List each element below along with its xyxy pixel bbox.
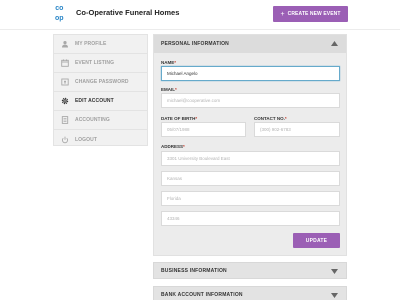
contact-label: CONTACT NO.* — [254, 116, 287, 121]
logo-letters-top-right — [65, 5, 70, 14]
app-header: co op Co-Operative Funeral Homes + CREAT… — [0, 0, 400, 30]
address-line1-field[interactable] — [161, 151, 340, 166]
address-state-field[interactable] — [161, 191, 340, 206]
calendar-icon — [61, 59, 69, 67]
dob-label-text: DATE OF BIRTH — [161, 116, 196, 121]
section-title: BANK ACCOUNT INFORMATION — [161, 291, 243, 298]
email-label: EMAIL* — [161, 87, 177, 92]
sidebar-item-edit-account[interactable]: EDIT ACCOUNT — [54, 92, 147, 111]
logo-letters-bottom-right — [65, 15, 70, 24]
sidebar-item-accounting[interactable]: ACCOUNTING — [54, 111, 147, 130]
required-marker: * — [195, 116, 198, 121]
name-label-text: NAME — [161, 60, 175, 65]
sidebar-item-label: EVENT LISTING — [75, 60, 115, 66]
personal-information-header[interactable]: PERSONAL INFORMATION — [154, 35, 346, 53]
sidebar-item-event-listing[interactable]: EVENT LISTING — [54, 54, 147, 73]
sidebar-item-label: LOGOUT — [75, 136, 97, 143]
name-input[interactable] — [161, 66, 340, 81]
sidebar-item-label: CHANGE PASSWORD — [75, 79, 129, 85]
plus-icon: + — [280, 10, 285, 18]
section-title: BUSINESS INFORMATION — [161, 267, 227, 274]
email-label-text: EMAIL — [161, 87, 175, 92]
bank-account-information-section[interactable]: BANK ACCOUNT INFORMATION — [153, 286, 347, 300]
gear-icon — [61, 97, 69, 105]
dob-label: DATE OF BIRTH* — [161, 116, 197, 121]
required-marker: * — [175, 87, 177, 92]
address-city-field[interactable] — [161, 171, 340, 186]
sidebar: MY PROFILE EVENT LISTING CHANGE PASSWORD… — [53, 34, 148, 146]
contact-label-text: CONTACT NO. — [254, 116, 285, 121]
app-title: Co-Operative Funeral Homes — [76, 8, 180, 17]
name-label: NAME* — [161, 60, 176, 65]
email-field[interactable] — [161, 93, 340, 108]
chevron-up-icon[interactable] — [331, 41, 338, 46]
sidebar-item-change-password[interactable]: CHANGE PASSWORD — [54, 73, 147, 92]
sidebar-item-my-profile[interactable]: MY PROFILE — [54, 35, 147, 54]
required-marker: * — [183, 144, 185, 149]
sidebar-item-label: EDIT ACCOUNT — [75, 98, 114, 104]
sidebar-item-label: MY PROFILE — [75, 41, 107, 47]
date-of-birth-field[interactable] — [161, 122, 246, 137]
panel-title: PERSONAL INFORMATION — [161, 41, 229, 47]
create-new-event-label: CREATE NEW EVENT — [287, 11, 341, 17]
logo-letters-top-left: co — [55, 5, 64, 12]
address-label-text: ADDRESS — [161, 144, 184, 149]
address-label: ADDRESS* — [161, 144, 185, 149]
create-new-event-button[interactable]: + CREATE NEW EVENT — [273, 6, 348, 22]
logo-letters-bottom-left: op — [55, 14, 64, 22]
address-zip-field[interactable] — [161, 211, 340, 226]
chevron-down-icon[interactable] — [331, 293, 338, 298]
personal-information-panel: PERSONAL INFORMATION NAME* EMAIL* DATE O… — [153, 34, 347, 256]
key-icon — [61, 78, 69, 86]
required-marker: * — [174, 60, 177, 65]
power-icon — [61, 136, 69, 144]
co-op-logo[interactable]: co op — [55, 5, 70, 23]
update-button[interactable]: UPDATE — [293, 233, 340, 248]
business-information-section[interactable]: BUSINESS INFORMATION — [153, 262, 347, 279]
document-icon — [61, 116, 69, 124]
sidebar-item-label: ACCOUNTING — [75, 117, 110, 123]
chevron-down-icon[interactable] — [331, 269, 338, 274]
sidebar-item-logout[interactable]: LOGOUT — [54, 130, 147, 149]
required-marker: * — [284, 116, 287, 121]
user-icon — [61, 40, 69, 48]
contact-number-field[interactable] — [254, 122, 340, 137]
